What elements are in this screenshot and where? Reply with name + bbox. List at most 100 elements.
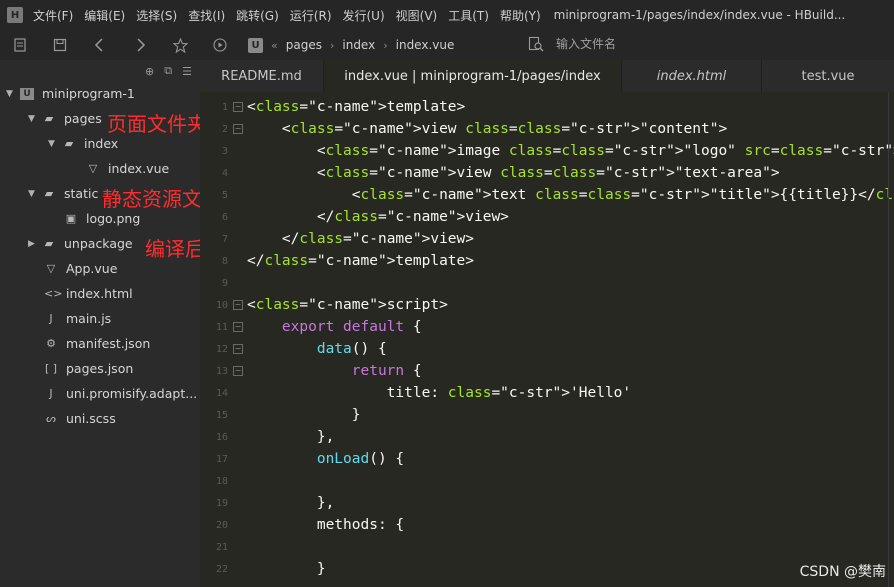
code-line[interactable]: 16 },	[200, 426, 894, 448]
save-icon[interactable]	[52, 37, 68, 53]
code-text: data() {	[316, 341, 387, 357]
locate-icon[interactable]: ⊕	[145, 65, 154, 78]
tree-item-uni-scss[interactable]: ᔕ uni.scss	[44, 406, 116, 431]
menu-view[interactable]: 视图(V)	[396, 7, 438, 24]
code-text: export default {	[281, 319, 422, 335]
chevron-down-icon: ▼	[48, 138, 55, 149]
line-number: 18	[215, 475, 228, 487]
code-line[interactable]: 21	[200, 536, 894, 558]
menu-help[interactable]: 帮助(Y)	[500, 7, 541, 24]
tab-index-html[interactable]: index.html	[622, 60, 762, 92]
fold-toggle-icon[interactable]: −	[233, 344, 243, 354]
code-line[interactable]: 9	[200, 272, 894, 294]
tree-item-index-vue[interactable]: ▽ index.vue	[86, 156, 169, 181]
code-line[interactable]: 22 }	[200, 558, 894, 580]
tree-item-label: logo.png	[86, 211, 141, 226]
line-number: 7	[221, 233, 228, 245]
code-line[interactable]: 2− <class="c-name">view class=class="c-s…	[200, 118, 894, 140]
code-line[interactable]: 18	[200, 470, 894, 492]
project-explorer: ⊕ ⧉ ☰ ▼ U miniprogram-1 ▼ ▰ pages ▼ ▰ in…	[0, 60, 200, 587]
code-line[interactable]: 11− export default {	[200, 316, 894, 338]
tree-item-pages-json[interactable]: [ ] pages.json	[44, 356, 133, 381]
menu-find[interactable]: 查找(I)	[188, 7, 225, 24]
vue-file-icon: ▽	[46, 262, 56, 275]
project-badge-icon: U	[248, 37, 263, 53]
code-editor[interactable]: 1− <class="c-name">template> 2− <class="c-…	[200, 92, 894, 587]
line-number: 17	[215, 453, 228, 465]
code-line[interactable]: 5 <class="c-name">text class=class="c-st…	[200, 184, 894, 206]
menu-tools[interactable]: 工具(T)	[448, 7, 489, 24]
code-text: }	[247, 561, 326, 577]
json-file-icon: [ ]	[44, 362, 58, 375]
line-number: 5	[221, 189, 228, 201]
file-search-input[interactable]	[556, 37, 716, 51]
tree-item-index-html[interactable]: <> index.html	[44, 281, 133, 306]
star-icon[interactable]	[172, 37, 188, 53]
run-icon[interactable]	[212, 37, 228, 53]
menu-publish[interactable]: 发行(U)	[343, 7, 385, 24]
code-line[interactable]: 3 <class="c-name">image class=class="c-s…	[200, 140, 894, 162]
tree-item-miniprogram-1[interactable]: ▼ U miniprogram-1	[6, 81, 135, 106]
tree-item-app-vue[interactable]: ▽ App.vue	[44, 256, 118, 281]
code-line[interactable]: 1− <class="c-name">template>	[200, 96, 894, 118]
code-line[interactable]: 15 }	[200, 404, 894, 426]
code-line[interactable]: 10− <class="c-name">script>	[200, 294, 894, 316]
fold-toggle-icon[interactable]: −	[233, 124, 243, 134]
fold-toggle-icon[interactable]: −	[233, 102, 243, 112]
line-number: 11	[215, 321, 228, 333]
folder-icon: ▰	[44, 237, 54, 250]
code-text: },	[247, 429, 335, 445]
tree-item-unpackage[interactable]: ▶ ▰ unpackage	[28, 231, 133, 256]
code-line[interactable]: 20 methods: {	[200, 514, 894, 536]
tree-item-manifest-json[interactable]: ⚙ manifest.json	[44, 331, 150, 356]
editor-scrollbar[interactable]	[888, 92, 889, 587]
breadcrumb-index[interactable]: index	[342, 38, 375, 52]
code-line[interactable]: 7 </class="c-name">view>	[200, 228, 894, 250]
tab-readme[interactable]: README.md	[200, 60, 324, 92]
fold-toggle-icon[interactable]: −	[233, 322, 243, 332]
tree-item-uni-promisify[interactable]: J uni.promisify.adapt...	[44, 381, 197, 406]
breadcrumb-file[interactable]: index.vue	[396, 38, 455, 52]
tab-index-vue[interactable]: index.vue | miniprogram-1/pages/index	[324, 60, 622, 92]
code-line[interactable]: 13− return {	[200, 360, 894, 382]
js-file-icon: J	[49, 312, 53, 325]
chevron-right-icon: ›	[329, 38, 335, 52]
tree-item-label: uni.scss	[66, 411, 116, 426]
tree-item-label: uni.promisify.adapt...	[66, 386, 198, 401]
tree-item-main-js[interactable]: J main.js	[44, 306, 111, 331]
scss-file-icon: ᔕ	[46, 412, 56, 425]
code-line[interactable]: 6 </class="c-name">view>	[200, 206, 894, 228]
forward-icon[interactable]	[132, 37, 148, 53]
toolbar: U « pages › index › index.vue	[0, 30, 894, 60]
code-line[interactable]: 4 <class="c-name">view class=class="c-st…	[200, 162, 894, 184]
code-line[interactable]: 14 title: class="c-str">'Hello'	[200, 382, 894, 404]
line-number: 21	[215, 541, 228, 553]
code-line[interactable]: 17 onLoad() {	[200, 448, 894, 470]
tab-test-vue[interactable]: test.vue	[762, 60, 894, 92]
line-number: 10	[215, 299, 228, 311]
breadcrumb-pages[interactable]: pages	[286, 38, 322, 52]
menu-file[interactable]: 文件(F)	[33, 7, 73, 24]
menu-goto[interactable]: 跳转(G)	[236, 7, 279, 24]
menu-icon[interactable]: ☰	[182, 65, 192, 78]
code-line[interactable]: 19 },	[200, 492, 894, 514]
chevron-right-icon: ▶	[28, 238, 35, 249]
fold-toggle-icon[interactable]: −	[233, 300, 243, 310]
code-line[interactable]: 12− data() {	[200, 338, 894, 360]
code-text: },	[247, 495, 335, 511]
code-text: <class="c-name">script>	[247, 297, 448, 313]
line-number: 3	[221, 145, 228, 157]
menu-edit[interactable]: 编辑(E)	[84, 7, 125, 24]
menu-select[interactable]: 选择(S)	[136, 7, 177, 24]
line-number: 20	[215, 519, 228, 531]
menu-run[interactable]: 运行(R)	[290, 7, 332, 24]
code-line[interactable]: 8 </class="c-name">template>	[200, 250, 894, 272]
new-file-icon[interactable]	[12, 37, 28, 53]
chevron-down-icon: ▼	[28, 113, 35, 124]
tree-item-label: main.js	[66, 311, 112, 326]
collapse-all-icon[interactable]: ⧉	[164, 64, 172, 78]
back-icon[interactable]	[92, 37, 108, 53]
fold-toggle-icon[interactable]: −	[233, 366, 243, 376]
tree-item-static[interactable]: ▼ ▰ static	[28, 181, 98, 206]
tree-item-pages[interactable]: ▼ ▰ pages	[28, 106, 102, 131]
